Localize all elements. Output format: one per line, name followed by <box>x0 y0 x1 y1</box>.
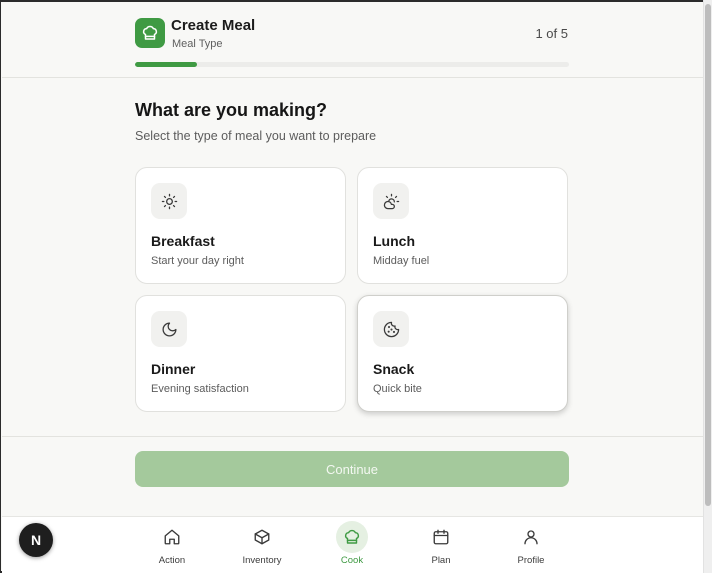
nav-label: Cook <box>340 555 364 566</box>
home-icon <box>156 521 188 553</box>
chef-hat-icon <box>135 18 165 48</box>
box-icon <box>246 521 278 553</box>
page-subtitle: Meal Type <box>172 38 223 50</box>
header: Create Meal Meal Type 1 of 5 <box>2 4 704 78</box>
option-description: Start your day right <box>151 255 244 267</box>
meal-option-breakfast[interactable]: Breakfast Start your day right <box>135 167 346 284</box>
chef-hat-icon <box>336 521 368 553</box>
progress-bar <box>135 62 569 67</box>
calendar-icon <box>425 521 457 553</box>
nav-label: Profile <box>517 555 545 566</box>
option-description: Quick bite <box>373 383 422 395</box>
user-icon <box>515 521 547 553</box>
nav-item-profile[interactable]: Profile <box>496 521 566 571</box>
nav-item-cook[interactable]: Cook <box>317 521 387 571</box>
dev-badge[interactable]: N <box>19 523 53 557</box>
option-title: Breakfast <box>151 233 215 249</box>
meal-option-dinner[interactable]: Dinner Evening satisfaction <box>135 295 346 412</box>
cloud-sun-icon <box>373 183 409 219</box>
nav-item-inventory[interactable]: Inventory <box>227 521 297 571</box>
meal-option-snack[interactable]: Snack Quick bite <box>357 295 568 412</box>
step-counter: 1 of 5 <box>535 26 568 41</box>
section-heading: What are you making? <box>135 100 328 120</box>
option-title: Dinner <box>151 361 196 377</box>
meal-option-lunch[interactable]: Lunch Midday fuel <box>357 167 568 284</box>
nav-item-action[interactable]: Action <box>137 521 207 571</box>
scrollbar[interactable] <box>703 0 712 573</box>
option-description: Midday fuel <box>373 255 430 267</box>
nav-item-plan[interactable]: Plan <box>406 521 476 571</box>
moon-icon <box>151 311 187 347</box>
continue-button[interactable]: Continue <box>135 451 569 487</box>
app-frame: Create Meal Meal Type 1 of 5 What are yo… <box>0 0 712 573</box>
page-title: Create Meal <box>171 17 256 34</box>
scrollbar-thumb[interactable] <box>705 4 711 506</box>
option-title: Lunch <box>373 233 415 249</box>
bottom-nav: Action Inventory Cook Plan Profile <box>2 516 704 573</box>
nav-label: Inventory <box>242 555 282 566</box>
option-title: Snack <box>373 361 415 377</box>
nav-label: Action <box>158 555 186 566</box>
sun-icon <box>151 183 187 219</box>
progress-fill <box>135 62 198 67</box>
nav-label: Plan <box>431 555 451 566</box>
cookie-icon <box>373 311 409 347</box>
option-description: Evening satisfaction <box>151 383 249 395</box>
footer-divider <box>2 436 704 437</box>
section-subheading: Select the type of meal you want to prep… <box>135 129 377 143</box>
